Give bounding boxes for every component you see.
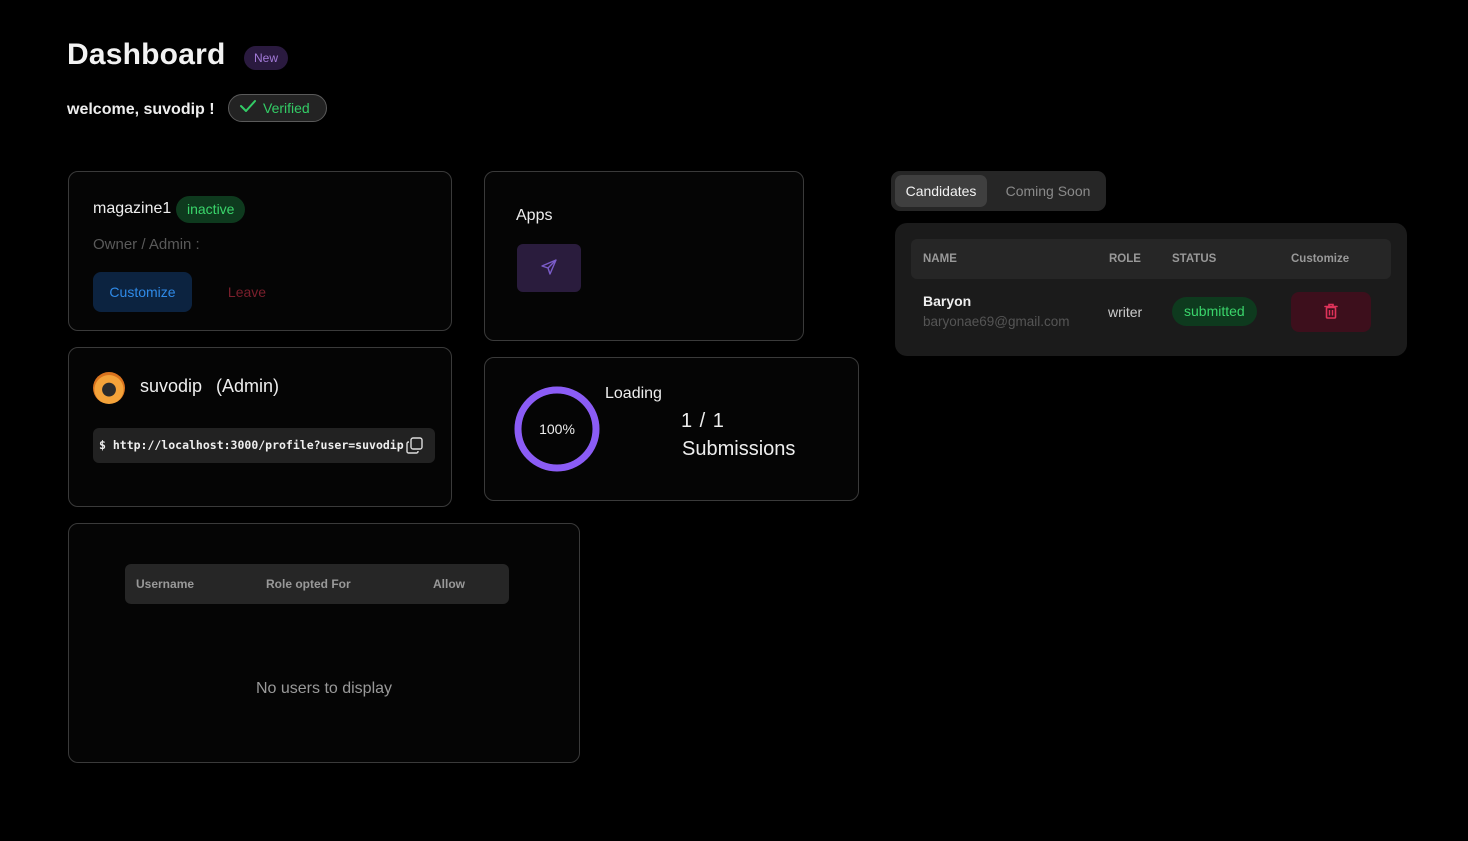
column-allow: Allow [433, 577, 465, 591]
candidates-table-header: NAME ROLE STATUS Customize [911, 239, 1391, 279]
candidates-panel: NAME ROLE STATUS Customize Baryon baryon… [895, 223, 1407, 356]
profile-name: suvodip [140, 376, 203, 396]
candidate-name: Baryon [923, 293, 972, 309]
users-table-header: Username Role opted For Allow [125, 564, 509, 604]
welcome-text: welcome, suvodip ! [67, 101, 215, 118]
trash-icon [1324, 303, 1338, 322]
loading-card: 100% Loading 1 / 1 Submissions [484, 357, 859, 501]
copy-icon[interactable] [405, 436, 423, 454]
empty-state-message: No users to display [255, 680, 393, 697]
apps-title: Apps [516, 207, 553, 224]
candidate-email: baryonae69@gmail.com [923, 314, 1070, 329]
column-username: Username [136, 577, 195, 591]
magazine-card: magazine1 inactive Owner / Admin : Custo… [68, 171, 452, 331]
owner-label: Owner / Admin : [93, 236, 200, 253]
profile-url-box: $ http://localhost:3000/profile?user=suv… [93, 428, 435, 463]
column-name: NAME [923, 253, 957, 265]
verified-label: Verified [263, 99, 310, 116]
column-status: STATUS [1172, 253, 1217, 265]
profile-card: suvodip (Admin) $ http://localhost:3000/… [68, 347, 452, 507]
magazine-name: magazine1 [93, 200, 172, 217]
check-icon [239, 96, 257, 121]
loading-label: Loading [605, 385, 662, 402]
submission-count: 1 / 1 [681, 410, 725, 432]
users-card: Username Role opted For Allow No users t… [68, 523, 580, 763]
profile-role: (Admin) [216, 376, 280, 396]
column-customize: Customize [1291, 253, 1350, 265]
profile-url: $ http://localhost:3000/profile?user=suv… [99, 438, 404, 452]
send-app-button[interactable] [517, 244, 581, 292]
delete-candidate-button[interactable] [1291, 292, 1371, 332]
candidates-tabs: Candidates Coming Soon [891, 171, 1106, 211]
status-badge: inactive [176, 196, 246, 223]
new-badge: New [244, 46, 289, 70]
column-role-opted: Role opted For [266, 577, 351, 591]
tab-coming-soon[interactable]: Coming Soon [995, 175, 1101, 207]
send-icon [540, 258, 558, 279]
candidate-status-badge: submitted [1172, 297, 1257, 326]
avatar [93, 372, 125, 404]
apps-card: Apps [484, 171, 804, 341]
tab-candidates[interactable]: Candidates [895, 175, 987, 207]
verified-badge: Verified [228, 94, 327, 122]
column-role: ROLE [1109, 253, 1141, 265]
leave-button[interactable]: Leave [217, 272, 277, 312]
customize-button[interactable]: Customize [93, 272, 192, 312]
submissions-label: Submissions [682, 438, 796, 460]
progress-percent: 100% [539, 421, 575, 437]
candidate-role: writer [1108, 304, 1143, 320]
page-title: Dashboard [67, 38, 226, 71]
